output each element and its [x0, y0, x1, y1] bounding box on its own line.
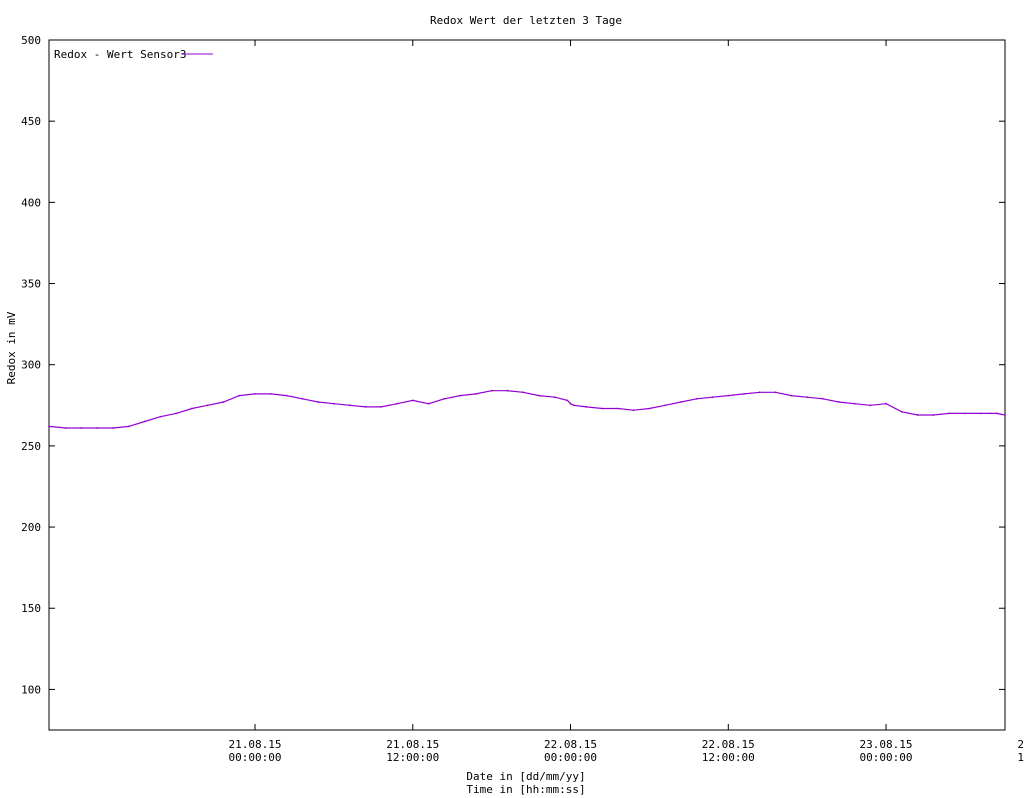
- series-point: [112, 427, 114, 429]
- series-point: [222, 401, 225, 403]
- y-tick-label: 350: [21, 278, 41, 291]
- series-point: [254, 393, 256, 395]
- x-tick-label-date: 21.08.15: [229, 738, 282, 751]
- series-point: [727, 394, 730, 397]
- x-tick-label-date: 23.08.15: [1017, 738, 1024, 751]
- x-tick-label-time: 00:00:00: [544, 751, 597, 764]
- y-tick-label: 100: [21, 683, 41, 696]
- series-point: [822, 397, 824, 400]
- series-point: [506, 389, 509, 392]
- series-point: [648, 407, 651, 410]
- series-point: [522, 391, 525, 394]
- series-point: [806, 396, 809, 399]
- y-tick-label: 400: [21, 196, 41, 209]
- series-point: [238, 394, 241, 397]
- series-layer: [48, 389, 1006, 429]
- series-point: [96, 427, 99, 429]
- legend-label: Redox - Wert Sensor3: [54, 48, 186, 61]
- series-point: [964, 412, 966, 415]
- x-tick-label-time: 12:00:00: [702, 751, 755, 764]
- x-tick-label-date: 22.08.15: [702, 738, 755, 751]
- x-axis: 21.08.1500:00:0021.08.1512:00:0022.08.15…: [229, 40, 1024, 764]
- series-point: [553, 396, 556, 399]
- series-point: [175, 412, 178, 415]
- x-axis-label-date: Date in [dd/mm/yy]: [466, 770, 585, 783]
- series-point: [601, 407, 603, 410]
- series-point: [774, 391, 777, 394]
- x-tick-label-date: 21.08.15: [386, 738, 439, 751]
- series-point: [301, 397, 304, 400]
- series-point: [932, 414, 935, 416]
- series-point: [206, 404, 209, 407]
- redox-chart: Redox Wert der letzten 3 Tage 100 150 200 2…: [5, 14, 1024, 796]
- series-point: [569, 402, 572, 405]
- series-point: [916, 414, 919, 416]
- legend: Redox - Wert Sensor3: [54, 48, 213, 61]
- series-point: [979, 412, 982, 415]
- series-point: [664, 404, 667, 407]
- y-axis: 100 150 200 250 300 350 400 450 500: [21, 34, 1005, 696]
- y-tick-label: 200: [21, 521, 41, 534]
- series-point: [1004, 414, 1006, 416]
- series-point: [790, 394, 793, 397]
- series-point: [127, 425, 130, 428]
- series-point: [743, 393, 745, 395]
- series-point: [317, 401, 319, 403]
- series-point: [396, 402, 398, 405]
- series-point: [380, 406, 383, 408]
- y-tick-label: 150: [21, 602, 41, 615]
- series-point: [853, 402, 856, 405]
- series-point: [869, 404, 872, 407]
- series-point: [617, 407, 619, 410]
- series-point: [695, 397, 698, 400]
- x-tick-label-date: 23.08.15: [860, 738, 913, 751]
- series-point: [490, 389, 493, 392]
- y-tick-label: 500: [21, 34, 41, 47]
- series-point: [995, 412, 998, 415]
- series-point: [948, 412, 951, 415]
- series-point: [585, 406, 588, 408]
- series-point: [900, 410, 903, 413]
- series-point: [348, 404, 351, 407]
- series-point: [572, 404, 575, 407]
- y-tick-label: 300: [21, 359, 41, 372]
- series-point: [475, 393, 477, 395]
- series-point: [143, 420, 146, 423]
- x-tick-label-date: 22.08.15: [544, 738, 597, 751]
- series-point: [711, 396, 714, 399]
- series-point: [758, 391, 761, 394]
- series-point: [427, 402, 430, 405]
- series-point: [191, 407, 193, 410]
- plot-frame: [48, 39, 1006, 731]
- series-point: [632, 409, 635, 412]
- x-tick-label-time: 12:00:00: [386, 751, 439, 764]
- series-line: [48, 390, 1006, 429]
- x-tick-label-time: 00:00:00: [229, 751, 282, 764]
- series-point: [989, 412, 992, 415]
- series-point: [364, 406, 367, 408]
- series-point: [538, 394, 540, 397]
- series-point: [159, 415, 162, 418]
- series-point: [333, 402, 335, 405]
- plot-area: 100150200250300350400450500 21.08.1500:0…: [21, 34, 1024, 764]
- series-point: [285, 394, 288, 397]
- series-point: [64, 427, 67, 429]
- series-point: [459, 394, 461, 397]
- chart-title: Redox Wert der letzten 3 Tage: [430, 14, 622, 27]
- series-point: [566, 399, 569, 402]
- x-tick-label-time: 00:00:00: [860, 751, 913, 764]
- series-point: [837, 401, 840, 403]
- series-point: [411, 399, 414, 402]
- series-point: [443, 397, 446, 400]
- series-point: [269, 393, 272, 395]
- y-tick-label: 250: [21, 440, 41, 453]
- x-tick-label-time: 12:00:00: [1017, 751, 1024, 764]
- series-point: [80, 427, 83, 429]
- series-point: [680, 401, 682, 403]
- series-point: [48, 425, 50, 428]
- y-tick-label: 450: [21, 115, 41, 128]
- series-point: [885, 402, 887, 405]
- x-axis-label-time: Time in [hh:mm:ss]: [466, 783, 585, 796]
- y-axis-label: Redox in mV: [5, 311, 18, 384]
